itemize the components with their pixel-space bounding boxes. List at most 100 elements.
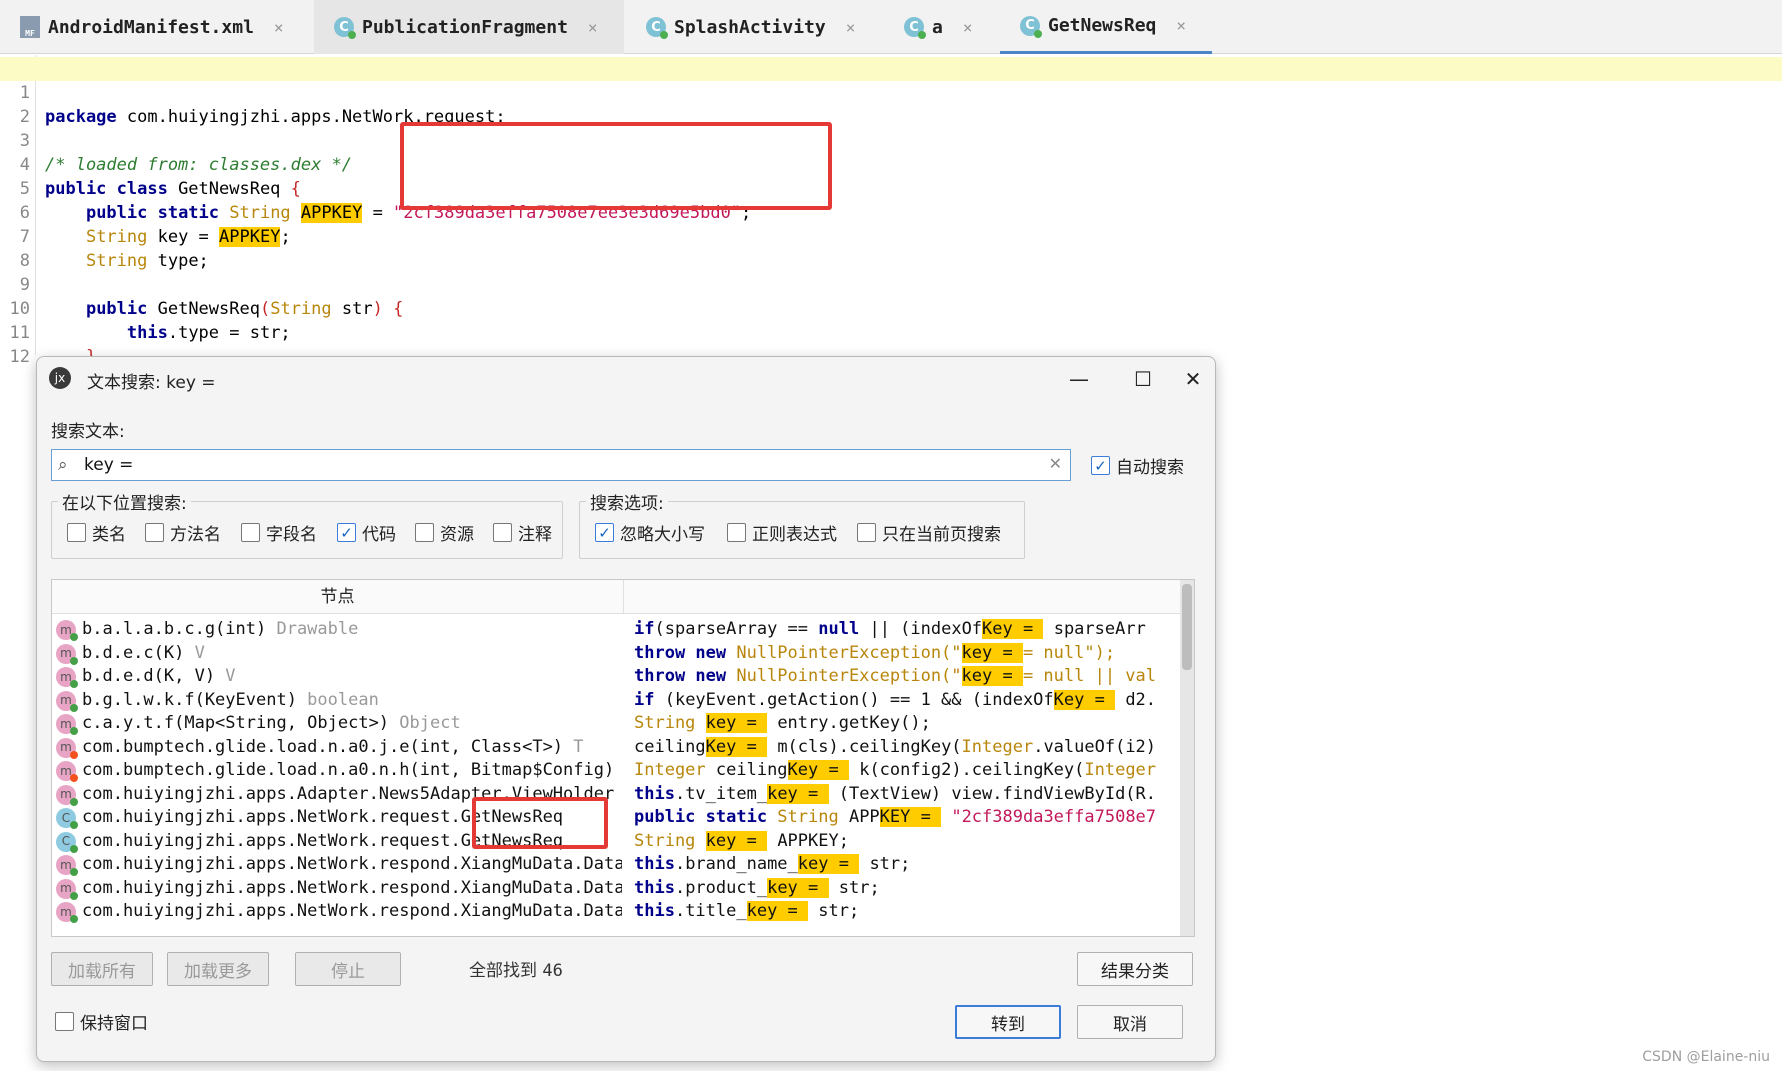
scope-comment-checkbox[interactable]: 注释: [493, 520, 552, 545]
keep-window-checkbox[interactable]: 保持窗口: [55, 1009, 148, 1034]
snippet-token: if: [634, 619, 655, 639]
tab-a[interactable]: C a ×: [904, 0, 1004, 54]
checkbox-icon: [493, 523, 512, 542]
snippet-token: .valueOf(i2): [1033, 736, 1157, 757]
close-icon[interactable]: ×: [274, 18, 284, 37]
vertical-scrollbar[interactable]: [1180, 580, 1194, 936]
node-path: b.d.e.d(K, V): [82, 666, 216, 686]
minimize-button[interactable]: —: [1063, 365, 1095, 393]
result-code-snippet: throw new NullPointerException("key = = …: [634, 665, 1179, 688]
snippet-token: m(cls).ceilingKey(: [767, 736, 962, 757]
result-row[interactable]: m com.huiyingjzhi.apps.Adapter.News5Adapt…: [52, 783, 1182, 806]
result-row[interactable]: m com.huiyingjzhi.apps.NetWork.respond.Xi…: [52, 877, 1182, 900]
result-row[interactable]: m b.d.e.c(K) Vthrow new NullPointerExcept…: [52, 642, 1182, 665]
close-icon[interactable]: ×: [588, 18, 598, 37]
checkbox-checked-icon: ✓: [337, 523, 356, 542]
checkbox-icon: [415, 523, 434, 542]
tab-label: SplashActivity: [674, 16, 826, 38]
snippet-token: k(config2).ceilingKey(: [848, 760, 1085, 780]
snippet-token: ceiling: [634, 736, 706, 757]
checkbox-icon: [857, 523, 876, 542]
snippet-token: (TextView) view.findViewById(R.: [828, 783, 1157, 804]
result-row[interactable]: m b.a.l.a.b.c.g(int) Drawable if(sparseArr…: [52, 618, 1182, 641]
snippet-token: if: [634, 689, 655, 710]
method-icon: m: [56, 690, 78, 712]
result-node: com.huiyingjzhi.apps.NetWork.respond.Xia…: [82, 853, 622, 876]
current-page-only-checkbox[interactable]: 只在当前页搜索: [857, 520, 1001, 545]
snippet-token: throw new: [634, 642, 737, 663]
code-editor[interactable]: 1 package com.huiyingjzhi.apps.NetWork.r…: [0, 55, 1782, 391]
class-icon: C: [56, 808, 78, 829]
snippet-token: String: [634, 713, 706, 733]
result-row[interactable]: Ccom.huiyingjzhi.apps.NetWork.request.Ge…: [52, 806, 1182, 829]
scope-resource-checkbox[interactable]: 资源: [415, 520, 474, 545]
close-icon[interactable]: ×: [846, 18, 856, 37]
search-match-highlight: key =: [961, 666, 1023, 686]
scope-method-checkbox[interactable]: 方法名: [145, 520, 221, 545]
result-row[interactable]: Ccom.huiyingjzhi.apps.NetWork.request.Ge…: [52, 830, 1182, 853]
code-line: 10 this.type = str;: [0, 273, 1782, 343]
search-match-highlight: key =: [705, 713, 768, 733]
checkbox-icon: [55, 1012, 74, 1031]
snippet-token: Integer: [1084, 760, 1157, 780]
method-icon: m: [56, 855, 78, 876]
result-node: c.a.y.t.f(Map<String, Object>) Object: [82, 712, 622, 735]
maximize-button[interactable]: ☐: [1127, 365, 1159, 393]
regex-checkbox[interactable]: 正则表达式: [727, 520, 837, 545]
close-icon[interactable]: ×: [963, 18, 973, 37]
stop-button[interactable]: 停止: [295, 952, 401, 986]
snippet-token: .product_: [674, 877, 768, 898]
cancel-button[interactable]: 取消: [1077, 1005, 1183, 1039]
code-line: 6 String key = APPKEY;: [0, 177, 1782, 247]
scrollbar-thumb[interactable]: [1182, 584, 1192, 670]
code-line: 11 }: [0, 297, 1782, 367]
tab-get-news-req[interactable]: C GetNewsReq ×: [1000, 0, 1212, 54]
dialog-titlebar[interactable]: jx 文本搜索: key = — ☐ ✕: [37, 357, 1215, 401]
snippet-token: NullPointerException(": [736, 666, 962, 686]
tab-splash-activity[interactable]: C SplashActivity ×: [646, 0, 876, 54]
search-match-highlight: key =: [797, 854, 860, 874]
clear-icon[interactable]: ✕: [1049, 454, 1062, 473]
result-code-snippet: ceilingKey = m(cls).ceilingKey(Integer.v…: [634, 736, 1179, 759]
checkbox-label: 类名: [92, 525, 126, 545]
return-type: boolean: [296, 689, 379, 710]
result-row[interactable]: m com.bumptech.glide.load.n.a0.j.e(int, C…: [52, 736, 1182, 759]
tab-android-manifest[interactable]: MF AndroidManifest.xml ×: [20, 0, 298, 54]
tab-publication-fragment[interactable]: C PublicationFragment ×: [314, 0, 624, 54]
results-header: 节点: [52, 580, 1194, 614]
scope-code-checkbox[interactable]: ✓ 代码: [337, 520, 396, 545]
checkbox-label: 字段名: [266, 525, 317, 545]
result-row[interactable]: m b.d.e.d(K, V) Vthrow new NullPointerExc…: [52, 665, 1182, 688]
scope-class-checkbox[interactable]: 类名: [67, 520, 126, 545]
editor-tab-bar: MF AndroidManifest.xml × C PublicationFr…: [0, 0, 1782, 54]
search-match-highlight: key =: [705, 830, 768, 851]
result-code-snippet: this.brand_name_key = str;: [634, 853, 1179, 876]
search-match-highlight: key =: [767, 877, 829, 898]
result-node: b.g.l.w.k.f(KeyEvent) boolean: [82, 689, 622, 712]
search-results-table[interactable]: 节点 m b.a.l.a.b.c.g(int) Drawable if(sparse…: [51, 579, 1195, 937]
auto-search-checkbox[interactable]: ✓ 自动搜索: [1091, 453, 1184, 478]
result-row[interactable]: m com.huiyingjzhi.apps.NetWork.respond.Xi…: [52, 853, 1182, 876]
close-button[interactable]: ✕: [1177, 365, 1209, 393]
result-row[interactable]: m com.bumptech.glide.load.n.a0.n.h(int, B…: [52, 759, 1182, 782]
annotation-red-box: [472, 797, 608, 849]
result-row[interactable]: m com.huiyingjzhi.apps.NetWork.respond.Xi…: [52, 900, 1182, 923]
snippet-token: this: [634, 783, 675, 804]
result-row[interactable]: m c.a.y.t.f(Map<String, Object>) Object St…: [52, 712, 1182, 735]
search-input[interactable]: [84, 453, 1024, 477]
result-code-snippet: String key = APPKEY;: [634, 830, 1179, 853]
line-number: 12: [9, 347, 30, 367]
group-results-button[interactable]: 结果分类: [1077, 952, 1193, 986]
load-more-button[interactable]: 加载更多: [167, 952, 269, 986]
column-header-node[interactable]: 节点: [52, 580, 624, 614]
ignore-case-checkbox[interactable]: ✓ 忽略大小写: [595, 520, 705, 545]
load-all-button[interactable]: 加载所有: [51, 952, 153, 986]
result-code-snippet: throw new NullPointerException("key = = …: [634, 642, 1179, 665]
close-icon[interactable]: ×: [1176, 16, 1186, 35]
result-node: com.bumptech.glide.load.n.a0.n.h(int, Bi…: [82, 759, 622, 782]
goto-button[interactable]: 转到: [955, 1005, 1061, 1039]
snippet-token: = null || val: [1022, 666, 1157, 686]
search-field[interactable]: ⌕ ✕: [51, 449, 1071, 481]
scope-field-checkbox[interactable]: 字段名: [241, 520, 317, 545]
result-row[interactable]: m b.g.l.w.k.f(KeyEvent) boolean if (keyEve…: [52, 689, 1182, 712]
